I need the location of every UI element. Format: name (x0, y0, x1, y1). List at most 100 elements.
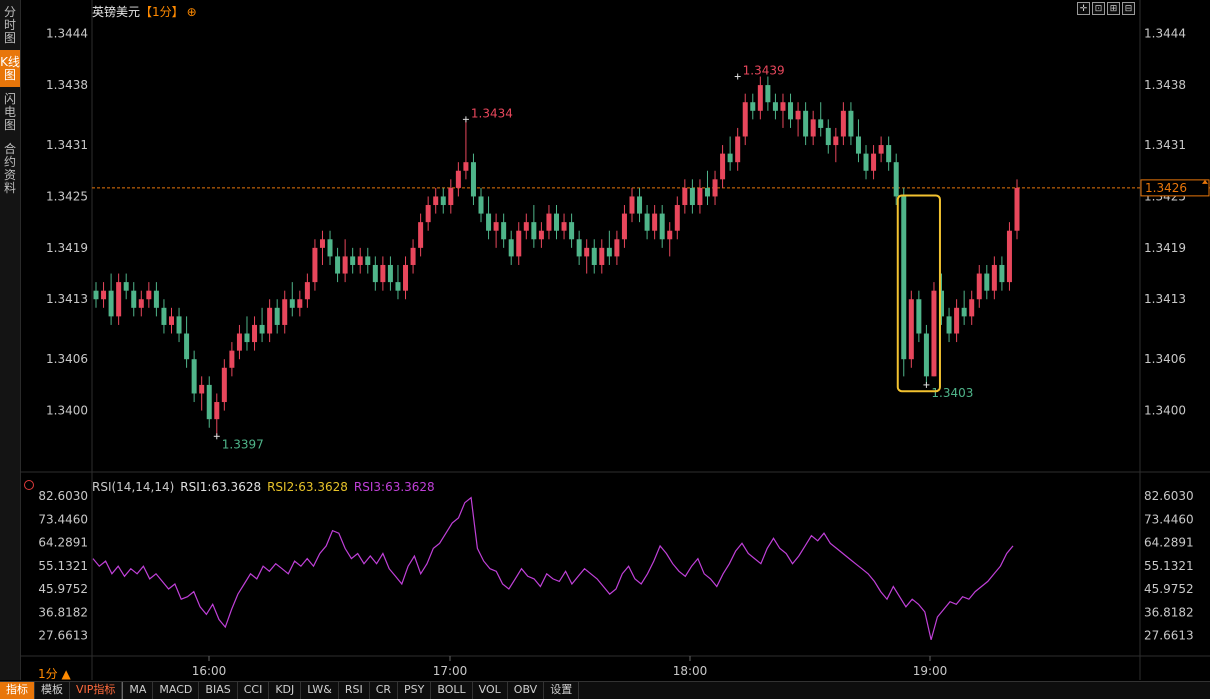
candle-body (93, 290, 99, 300)
extreme-label: 1.3439 (743, 64, 785, 78)
candle-body (878, 145, 884, 154)
price-label-left: 1.3444 (46, 27, 88, 41)
candle-body (418, 222, 424, 248)
sidebar: 分时图 K线图 闪电图 合约资料 (0, 0, 21, 680)
price-label-left: 1.3400 (46, 404, 88, 418)
candle-body (297, 299, 303, 308)
indicator-tab-5[interactable]: BIAS (199, 682, 238, 699)
candle-body (108, 290, 114, 317)
candle-body (991, 264, 997, 291)
candle-body (750, 102, 756, 111)
rsi-label-left: 55.1321 (38, 559, 88, 573)
candle-body (916, 299, 922, 334)
candle-body (689, 187, 695, 206)
indicator-tab-8[interactable]: LW& (301, 682, 339, 699)
candle-body (621, 213, 627, 240)
candle-body (357, 256, 363, 265)
candle-body (893, 162, 899, 197)
sidebar-tab-1[interactable]: K线图 (0, 50, 20, 87)
candle-body (244, 333, 250, 343)
candle-body (259, 324, 265, 334)
reset-icon[interactable]: ⊞ (1107, 2, 1120, 15)
time-label: 19:00 (913, 664, 948, 678)
candle-body (637, 196, 643, 214)
period-selector[interactable]: 1分 ▲ (38, 665, 71, 682)
indicator-tab-1[interactable]: 模板 (35, 682, 70, 699)
indicator-tab-4[interactable]: MACD (153, 682, 200, 699)
indicator-tab-15[interactable]: 设置 (544, 682, 580, 699)
candle-body (403, 264, 409, 291)
candle-body (229, 350, 235, 368)
candle-body (765, 85, 771, 103)
price-label-right: 1.3444 (1144, 27, 1186, 41)
candle-body (184, 333, 190, 360)
candle-body (425, 205, 431, 223)
rsi-line (92, 496, 1014, 640)
period-label[interactable]: 【1分】 (140, 5, 184, 19)
candle-body (153, 290, 159, 308)
rsi-label-right: 45.9752 (1144, 582, 1194, 596)
sidebar-tab-2[interactable]: 闪电图 (0, 87, 20, 137)
candle-body (825, 127, 831, 146)
sidebar-tab-3[interactable]: 合约资料 (0, 137, 20, 200)
rsi1-value: RSI1:63.3628 (180, 480, 262, 494)
indicator-tab-10[interactable]: CR (370, 682, 399, 699)
candle-body (803, 110, 809, 137)
candle-body (591, 247, 597, 265)
candle-body (576, 239, 582, 257)
expand-icon[interactable]: ⊡ (1092, 2, 1105, 15)
rsi-label-right: 82.6030 (1144, 489, 1194, 503)
candle-body (863, 153, 869, 171)
time-label: 18:00 (673, 664, 708, 678)
chart-canvas[interactable]: 1.3444 1.3444 1.3438 1.3438 1.3431 1.3431 1.34… (20, 0, 1210, 680)
candle-body (606, 247, 612, 257)
indicator-tab-12[interactable]: BOLL (431, 682, 473, 699)
indicator-tab-0[interactable]: 指标 (0, 682, 35, 699)
candle-body (448, 187, 454, 206)
indicator-tab-6[interactable]: CCI (238, 682, 270, 699)
price-label-left: 1.3438 (46, 78, 88, 92)
candle-body (478, 196, 484, 214)
indicator-tabbar: 指标 模板 VIP指标 MA MACD BIAS CCI KDJ LW& RSI CR PSY BOLL… (0, 681, 1210, 699)
candle-body (433, 196, 439, 206)
price-label-left: 1.3425 (46, 189, 88, 203)
price-label-right: 1.3406 (1144, 352, 1186, 366)
chart-area[interactable]: 1.3444 1.3444 1.3438 1.3438 1.3431 1.3431 1.34… (20, 0, 1210, 682)
candle-body (644, 213, 650, 231)
rsi-label-left: 64.2891 (38, 536, 88, 550)
candle-body (561, 222, 567, 231)
sidebar-tab-0[interactable]: 分时图 (0, 0, 20, 50)
candle-body (871, 153, 877, 171)
candle-body (508, 239, 514, 257)
candle-body (946, 316, 952, 334)
indicator-tab-13[interactable]: VOL (473, 682, 508, 699)
candle-body (455, 170, 461, 188)
candle-body (304, 282, 310, 300)
candle-body (312, 247, 318, 283)
indicator-tab-11[interactable]: PSY (398, 682, 432, 699)
indicator-tab-2[interactable]: VIP指标 (70, 682, 123, 699)
add-indicator-icon[interactable]: ⊕ (187, 5, 197, 19)
rsi-label-left: 27.6613 (38, 629, 88, 643)
rsi-settings-icon[interactable] (24, 480, 34, 490)
candle-body (840, 110, 846, 137)
indicator-tab-3[interactable]: MA (122, 682, 154, 699)
candle-body (652, 213, 658, 231)
candle-body (282, 299, 288, 325)
candle-body (546, 213, 552, 231)
candle-body (138, 299, 144, 308)
indicator-tab-14[interactable]: OBV (508, 682, 545, 699)
indicator-tab-9[interactable]: RSI (339, 682, 370, 699)
extreme-label: 1.3397 (222, 437, 264, 451)
candle-body (697, 187, 703, 206)
candle-body (516, 230, 522, 257)
candle-body (772, 102, 778, 111)
price-label-left: 1.3413 (46, 292, 88, 306)
candle-body (961, 307, 967, 317)
crosshair-icon[interactable]: ✛ (1077, 2, 1090, 15)
extreme-label: 1.3434 (471, 106, 513, 120)
fullscreen-icon[interactable]: ⊟ (1122, 2, 1135, 15)
rsi2-value: RSI2:63.3628 (267, 480, 348, 494)
chart-toolbar: ✛ ⊡ ⊞ ⊟ (1077, 2, 1135, 15)
indicator-tab-7[interactable]: KDJ (269, 682, 302, 699)
